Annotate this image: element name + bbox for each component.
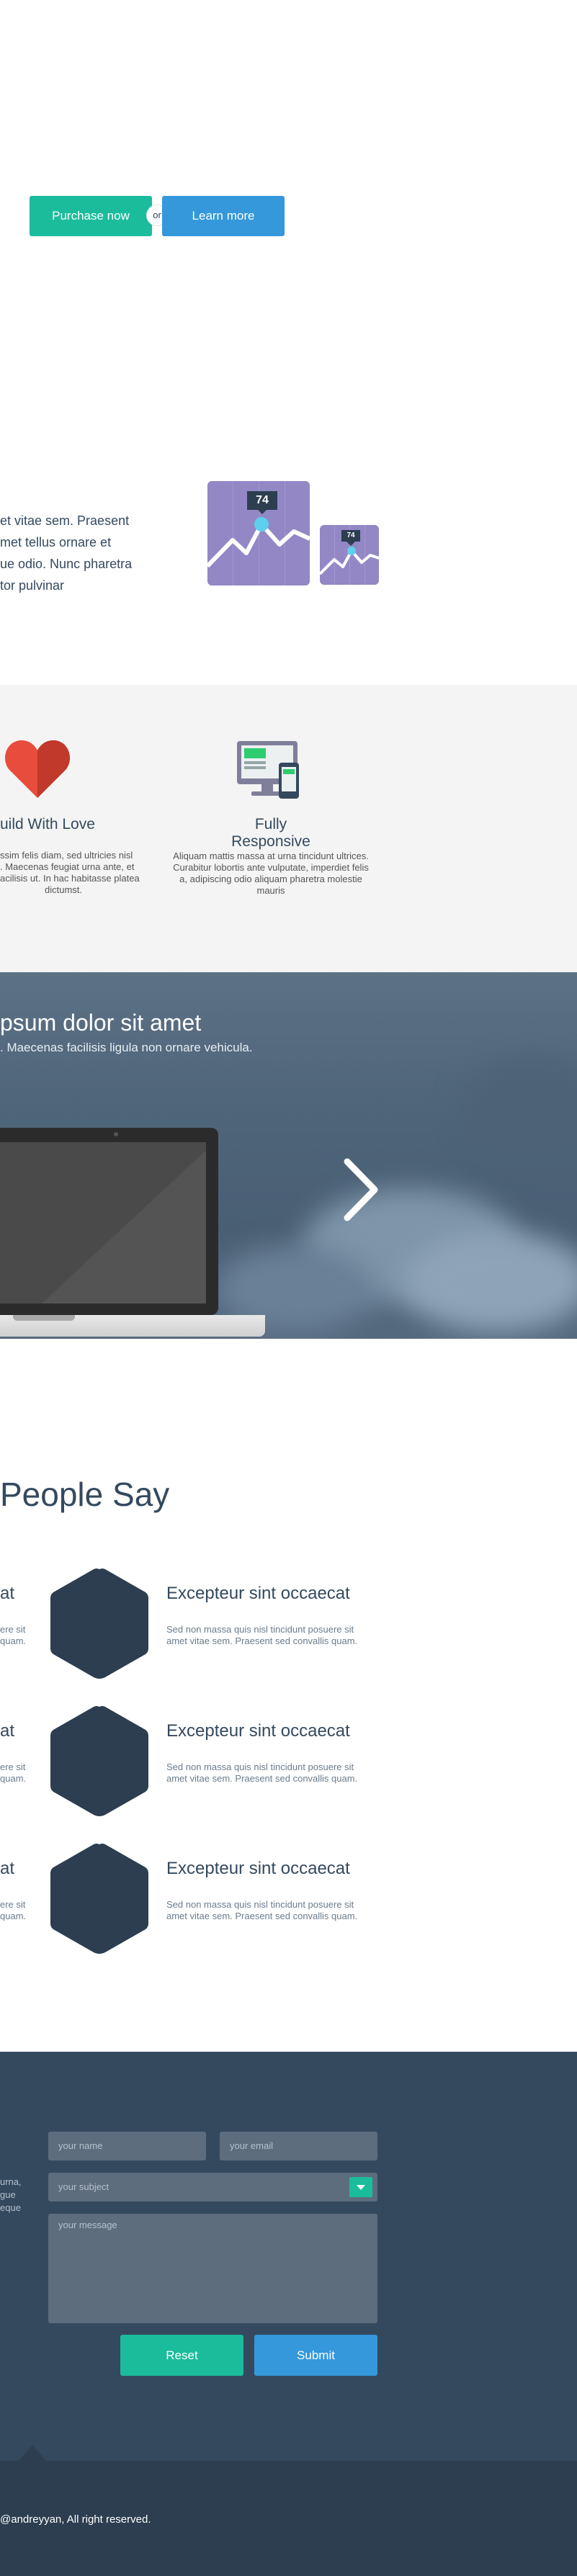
testimonial-text: Sed non massa quis nisl tincidunt posuer… [166,1762,358,1784]
intro-line: et vitae sem. Praesent [0,513,130,528]
testimonial-text-partial: ere sit quam. [0,1899,27,1921]
subject-dropdown-button[interactable] [349,2177,372,2197]
learn-more-button[interactable]: Learn more [162,196,285,236]
hero-banner: psum dolor sit amet . Maecenas facilisis… [0,972,577,1339]
feature-line: mauris [256,885,285,896]
message-textarea[interactable]: your message [48,2214,377,2323]
feature-line: acilisis ut. In hac habitasse platea [0,873,140,884]
testimonial-text-partial: ere sit quam. [0,1762,27,1784]
copyright-text: @andreyyan, All right reserved. [0,2513,151,2526]
feature-line: a, adipiscing odio aliquam pharetra mole… [179,874,362,884]
submit-button[interactable]: Submit [254,2335,377,2376]
footer: @andreyyan, All right reserved. [0,2461,577,2576]
feature-description: ssim felis diam, sed ultricies nisl . Ma… [0,850,140,896]
subject-select[interactable]: your subject [48,2173,377,2202]
name-field[interactable]: your name [48,2132,206,2160]
stats-card-large: 74 [207,481,310,585]
features-section: uild With Love ssim felis diam, sed ultr… [0,685,577,972]
stat-badge-large: 74 [247,491,277,514]
feature-line: . Maecenas feugiat urna ante, et [0,861,135,872]
purchase-now-button[interactable]: Purchase now [30,196,152,236]
testimonial-name: Excepteur sint occaecat [166,1584,350,1603]
testimonial-name-partial: at [0,1859,15,1878]
devices-icon [237,741,299,799]
subject-placeholder: your subject [58,2181,109,2192]
contact-section: urna, gue eque your name your email your… [0,2052,577,2461]
chevron-right-icon[interactable] [339,1157,382,1222]
banner-subtitle: . Maecenas facilisis ligula non ornare v… [0,1041,253,1054]
stat-badge-small: 74 [341,530,360,546]
footer-notch [19,2445,46,2461]
intro-line: tor pulvinar [0,578,65,593]
intro-line: ue odio. Nunc pharetra [0,557,133,571]
email-field[interactable]: your email [220,2132,377,2160]
contact-description: urna, gue eque [0,2176,22,2213]
banner-title: psum dolor sit amet [0,1010,202,1036]
laptop-image [0,1128,218,1315]
testimonial-name: Excepteur sint occaecat [166,1721,350,1741]
testimonial-name-partial: at [0,1584,15,1603]
testimonial-name: Excepteur sint occaecat [166,1859,350,1878]
message-placeholder: your message [58,2220,117,2230]
feature-line: dictumst. [45,884,83,895]
feature-title: uild With Love [0,816,95,833]
intro-paragraph: et vitae sem. Praesent met tellus ornare… [0,510,132,596]
feature-title: Fully Responsive [231,816,310,850]
laptop-base [0,1315,265,1337]
testimonials-title: People Say [0,1476,170,1513]
avatar-hexagon [50,1706,148,1816]
reset-button[interactable]: Reset [120,2335,243,2376]
testimonial-text: Sed non massa quis nisl tincidunt posuer… [166,1624,358,1646]
feature-line: Aliquam mattis massa at urna tincidunt u… [173,851,369,861]
avatar-hexagon [50,1569,148,1679]
feature-description: Aliquam mattis massa at urna tincidunt u… [164,851,377,897]
heart-icon [5,740,70,798]
avatar-hexagon [50,1844,148,1954]
stats-card-small: 74 [320,525,379,585]
feature-line: Curabitur lobortis ante vulputate, imper… [173,862,369,873]
testimonial-name-partial: at [0,1721,15,1741]
feature-line: ssim felis diam, sed ultricies nisl [0,850,133,861]
testimonial-text-partial: ere sit quam. [0,1624,27,1646]
intro-line: met tellus ornare et [0,535,112,549]
chevron-down-icon [357,2185,365,2190]
testimonial-text: Sed non massa quis nisl tincidunt posuer… [166,1899,358,1921]
